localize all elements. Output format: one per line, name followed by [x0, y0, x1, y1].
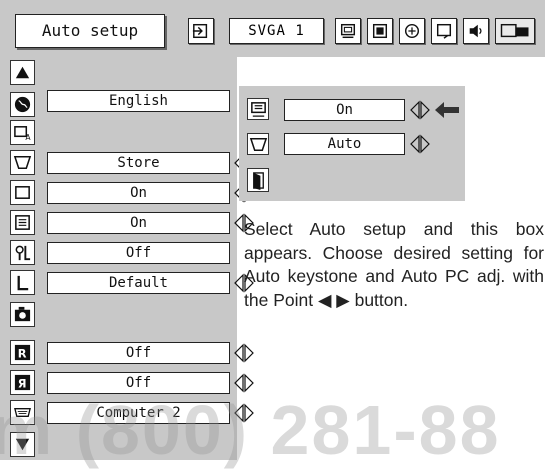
auto-pc-adj-icon[interactable] — [247, 133, 269, 155]
display-icon[interactable] — [10, 210, 35, 235]
reverse-icon[interactable]: Я — [10, 370, 35, 395]
screen-icon[interactable] — [431, 18, 457, 44]
auto-keystone-icon[interactable] — [247, 98, 269, 120]
ceiling-value[interactable]: Default — [47, 272, 230, 294]
language-value[interactable]: English — [47, 90, 230, 112]
display-value[interactable]: On — [47, 212, 230, 234]
sound-icon[interactable] — [463, 18, 489, 44]
auto-keystone-value[interactable]: On — [284, 99, 405, 121]
reverse-value[interactable]: Off — [47, 372, 230, 394]
setting-icon[interactable] — [495, 18, 535, 44]
mode-label: SVGA 1 — [229, 18, 324, 44]
terminal-arrows-icon[interactable] — [233, 403, 255, 423]
keystone-icon[interactable] — [10, 150, 35, 175]
terminal-icon[interactable] — [10, 400, 35, 425]
reverse-arrows-icon[interactable] — [233, 373, 255, 393]
auto-pc-adj-value[interactable]: Auto — [284, 133, 405, 155]
ceiling-icon[interactable] — [10, 270, 35, 295]
pc-adjust-icon[interactable] — [335, 18, 361, 44]
camera-icon[interactable] — [10, 302, 35, 327]
logo-icon[interactable] — [10, 240, 35, 265]
exit-door-icon[interactable] — [247, 168, 269, 192]
terminal-value[interactable]: Computer 2 — [47, 402, 230, 424]
menu-title: Auto setup — [15, 14, 165, 48]
description-text: Select Auto setup and this box appears. … — [244, 219, 544, 310]
image-select-icon[interactable] — [367, 18, 393, 44]
rear-arrows-icon[interactable] — [233, 343, 255, 363]
auto-keystone-arrows-icon[interactable] — [409, 100, 431, 120]
logo-value[interactable]: Off — [47, 242, 230, 264]
rear-value[interactable]: Off — [47, 342, 230, 364]
pointer-arrow-icon — [434, 101, 460, 119]
svg-text:R: R — [18, 346, 27, 360]
svg-text:Я: Я — [18, 376, 27, 390]
blue-back-value[interactable]: On — [47, 182, 230, 204]
scroll-down-icon[interactable] — [10, 432, 35, 457]
input-icon[interactable] — [188, 18, 214, 44]
auto-setup-icon[interactable]: A — [10, 120, 35, 145]
rear-icon[interactable]: R — [10, 340, 35, 365]
svg-text:A: A — [25, 133, 31, 142]
auto-pc-adj-arrows-icon[interactable] — [409, 134, 431, 154]
language-globe-icon[interactable] — [10, 92, 35, 117]
blue-back-icon[interactable] — [10, 180, 35, 205]
keystone-value[interactable]: Store — [47, 152, 230, 174]
scroll-up-icon[interactable] — [10, 60, 35, 85]
image-adjust-icon[interactable] — [399, 18, 425, 44]
